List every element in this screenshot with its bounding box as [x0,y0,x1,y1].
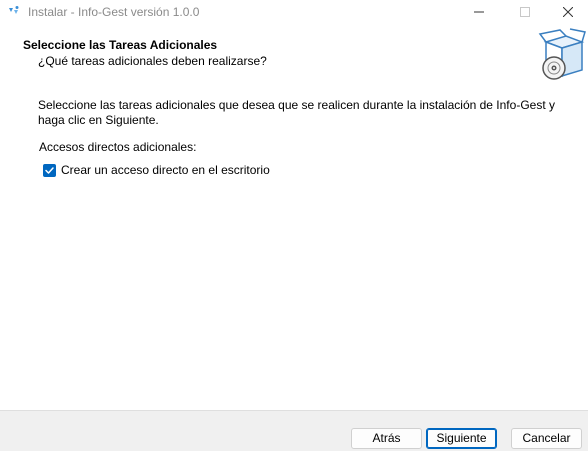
package-box-disc-icon [536,28,586,84]
title-bar: Instalar - Info-Gest versión 1.0.0 [0,0,588,24]
desktop-shortcut-checkbox[interactable] [43,163,56,177]
wizard-header: Seleccione las Tareas Adicionales ¿Qué t… [0,24,588,84]
checkmark-icon [45,166,54,174]
task-desktop-shortcut[interactable]: Crear un acceso directo en el escritorio [43,162,270,178]
page-title: Seleccione las Tareas Adicionales [23,38,218,52]
minimize-icon [474,11,484,13]
desktop-shortcut-label[interactable]: Crear un acceso directo en el escritorio [61,163,270,177]
page-subtitle: ¿Qué tareas adicionales deben realizarse… [38,54,267,68]
back-button[interactable]: Atrás [351,428,422,449]
close-icon [563,7,573,17]
next-button[interactable]: Siguiente [426,428,497,449]
wizard-content: Seleccione las tareas adicionales que de… [0,84,588,410]
close-button[interactable] [548,0,588,24]
wizard-footer: Atrás Siguiente Cancelar [0,410,588,451]
cancel-button[interactable]: Cancelar [511,428,582,449]
minimize-button[interactable] [456,0,502,24]
maximize-icon [520,7,530,17]
description-text: Seleccione las tareas adicionales que de… [38,98,555,127]
shortcut-group-label: Accesos directos adicionales: [39,140,197,154]
installer-icon [7,5,21,19]
window-title: Instalar - Info-Gest versión 1.0.0 [28,5,200,19]
maximize-button[interactable] [502,0,548,24]
